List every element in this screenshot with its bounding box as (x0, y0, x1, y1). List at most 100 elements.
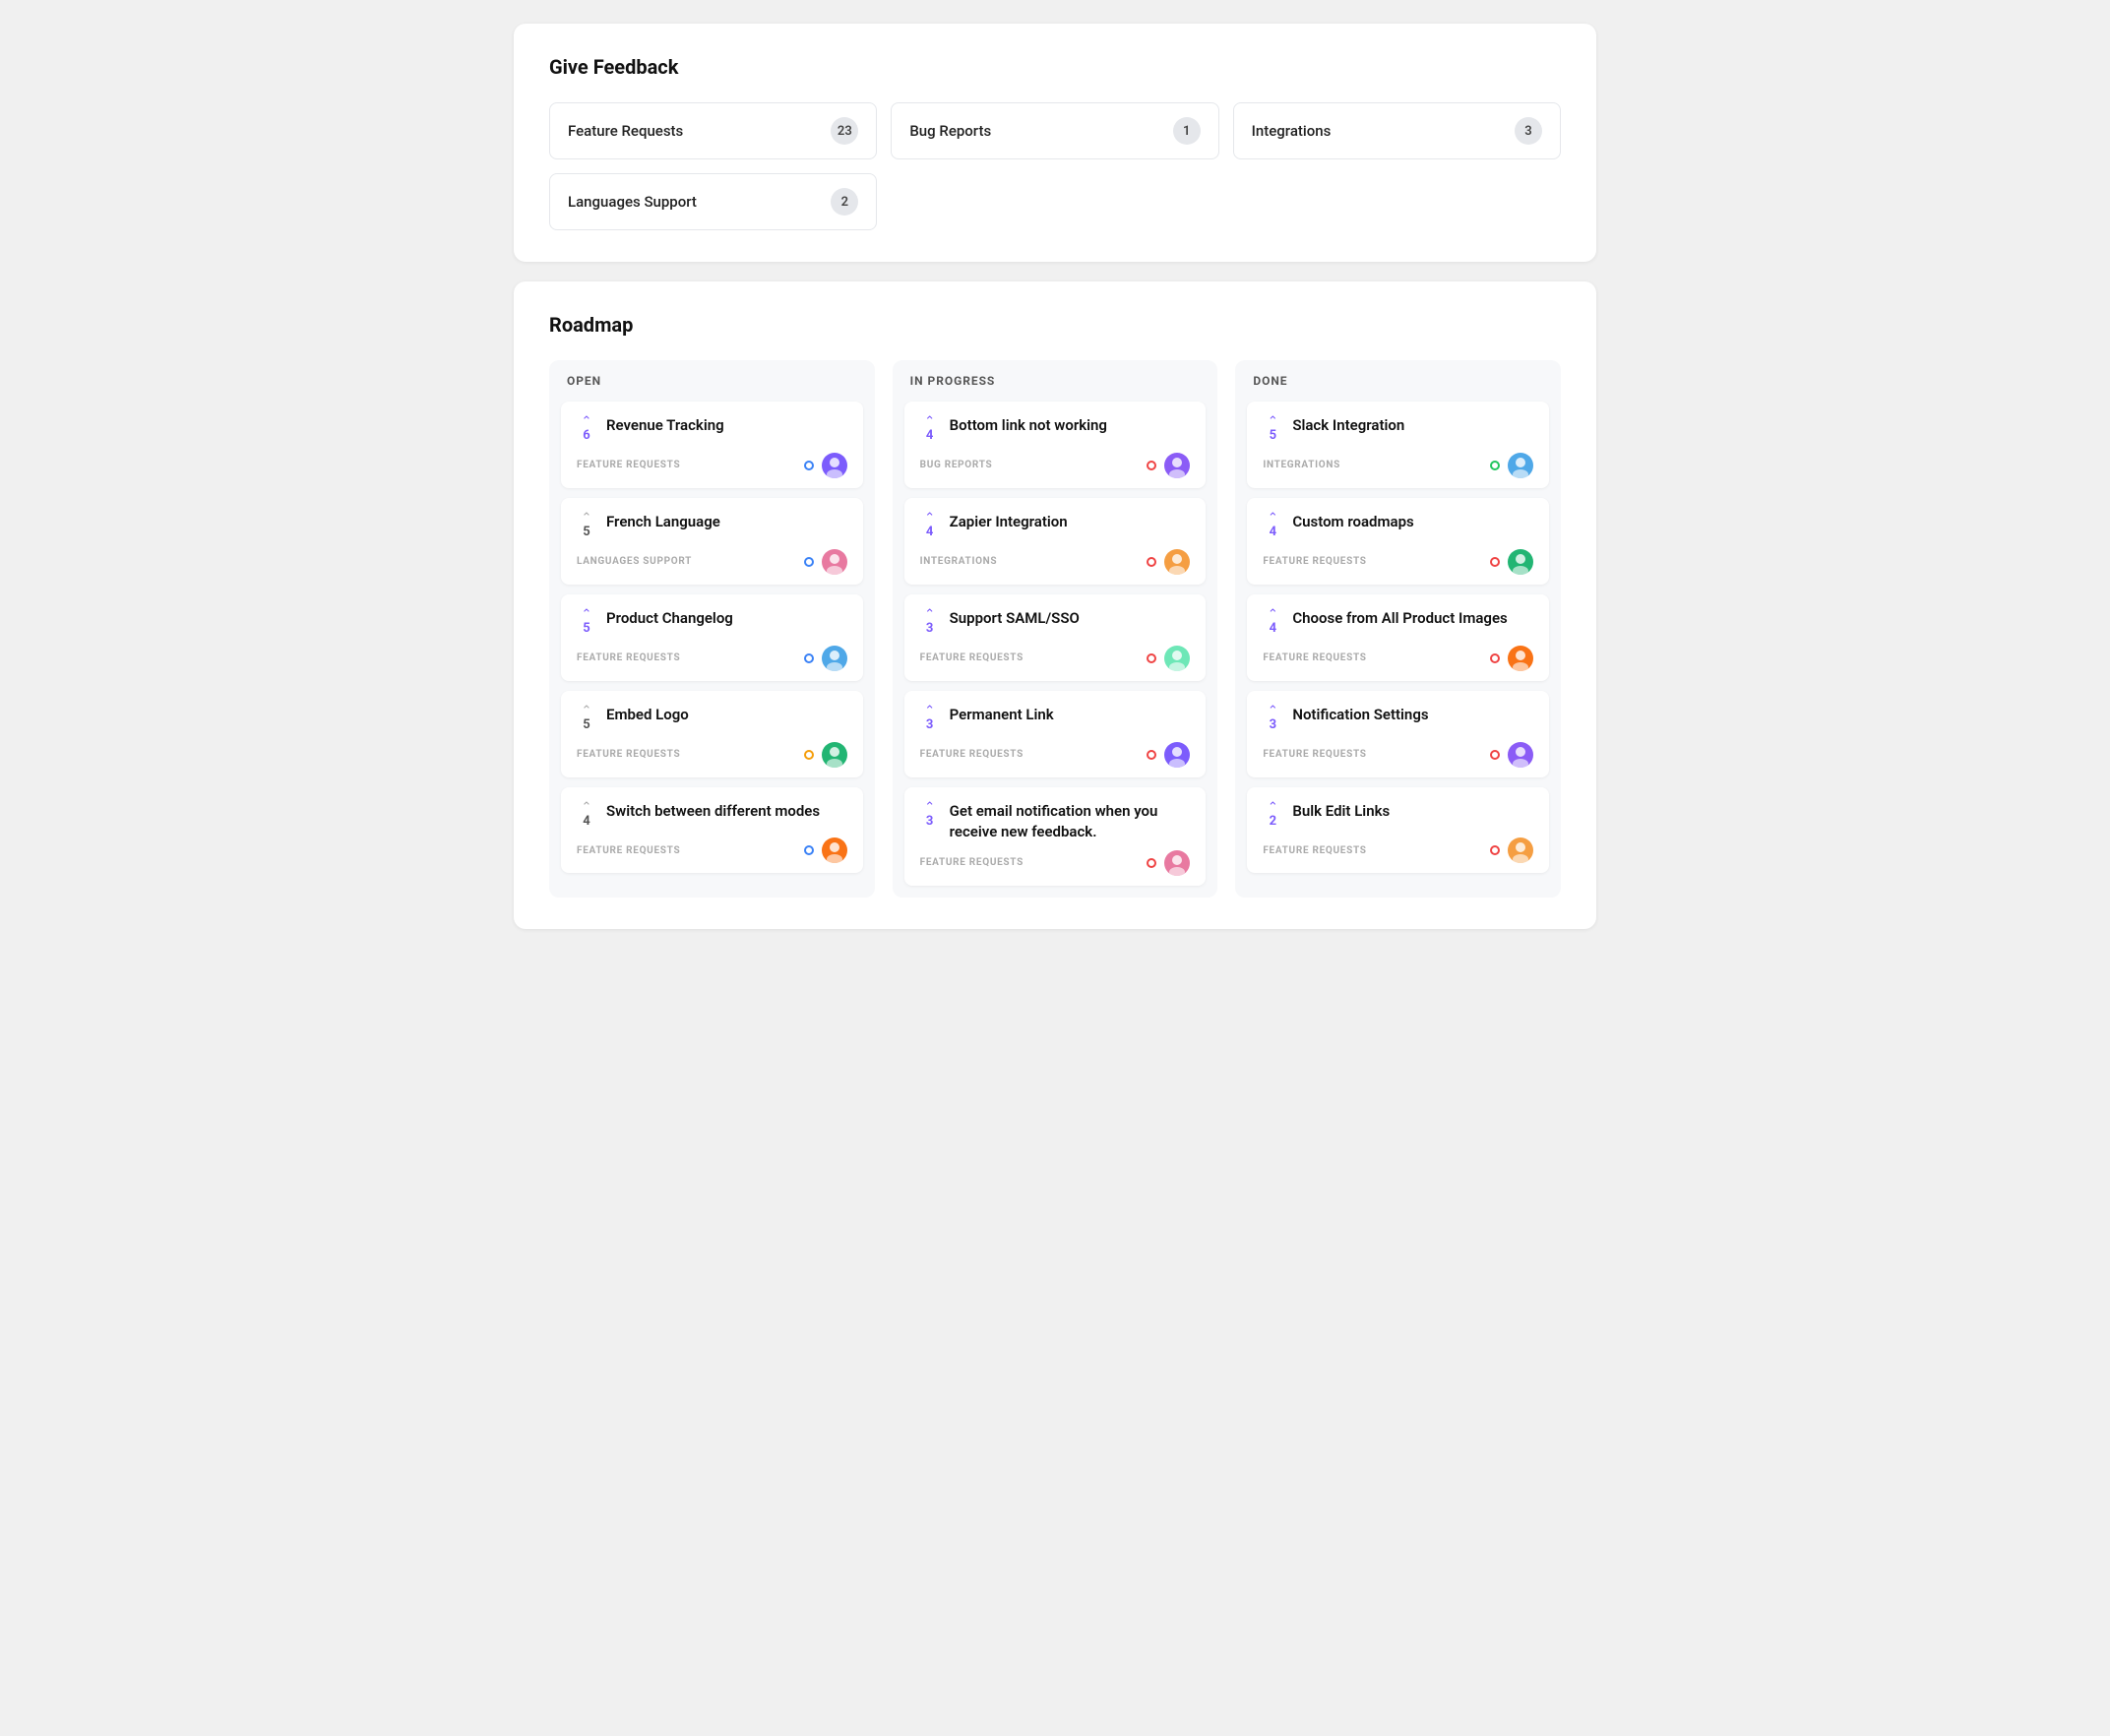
roadmap-card[interactable]: ⌃ 5 Slack Integration INTEGRATIONS (1247, 402, 1549, 488)
roadmap-card[interactable]: ⌃ 3 Permanent Link FEATURE REQUESTS (904, 691, 1207, 777)
vote-chevron-icon: ⌃ (582, 512, 592, 525)
vote-section: ⌃ 6 (577, 415, 596, 445)
card-title: Bulk Edit Links (1292, 801, 1533, 822)
status-dot (1147, 557, 1156, 567)
vote-count: 2 (1270, 814, 1276, 831)
vote-count: 6 (583, 428, 590, 445)
status-dot (804, 557, 814, 567)
vote-count: 4 (926, 428, 933, 445)
tag-label: FEATURE REQUESTS (920, 749, 1024, 760)
status-dot (1147, 461, 1156, 470)
vote-count: 4 (1270, 525, 1276, 541)
card-bottom: LANGUAGES SUPPORT (577, 549, 847, 575)
vote-chevron-icon: ⌃ (1268, 705, 1278, 717)
card-bottom: FEATURE REQUESTS (1263, 549, 1533, 575)
card-top: ⌃ 4 Switch between different modes (577, 801, 847, 831)
roadmap-card[interactable]: ⌃ 3 Notification Settings FEATURE REQUES… (1247, 691, 1549, 777)
roadmap-card[interactable]: ⌃ 5 Product Changelog FEATURE REQUESTS (561, 594, 863, 681)
vote-chevron-icon: ⌃ (924, 512, 935, 525)
vote-section: ⌃ 2 (1263, 801, 1282, 831)
avatar (822, 837, 847, 863)
feedback-item[interactable]: Bug Reports 1 (891, 102, 1218, 159)
card-title: Embed Logo (606, 705, 847, 725)
card-title: Get email notification when you receive … (950, 801, 1191, 842)
roadmap-section: Roadmap OPEN ⌃ 6 Revenue Tracking FEATUR… (514, 281, 1596, 929)
status-dot (1147, 858, 1156, 868)
column-header: DONE (1235, 360, 1561, 402)
vote-section: ⌃ 4 (920, 512, 940, 541)
avatar (1164, 850, 1190, 876)
card-title: Notification Settings (1292, 705, 1533, 725)
status-dot (804, 653, 814, 663)
card-bottom: FEATURE REQUESTS (577, 453, 847, 478)
roadmap-columns: OPEN ⌃ 6 Revenue Tracking FEATURE REQUES… (549, 360, 1561, 898)
feedback-section: Give Feedback Feature Requests 23 Bug Re… (514, 24, 1596, 262)
tag-label: FEATURE REQUESTS (1263, 749, 1366, 760)
vote-count: 3 (926, 621, 933, 638)
card-bottom: INTEGRATIONS (1263, 453, 1533, 478)
vote-count: 5 (583, 621, 590, 638)
roadmap-card[interactable]: ⌃ 3 Support SAML/SSO FEATURE REQUESTS (904, 594, 1207, 681)
vote-chevron-icon: ⌃ (924, 415, 935, 428)
column-header: OPEN (549, 360, 875, 402)
tag-label: INTEGRATIONS (920, 556, 998, 567)
feedback-item[interactable]: Languages Support 2 (549, 173, 877, 230)
roadmap-card[interactable]: ⌃ 6 Revenue Tracking FEATURE REQUESTS (561, 402, 863, 488)
card-top: ⌃ 2 Bulk Edit Links (1263, 801, 1533, 831)
roadmap-column: OPEN ⌃ 6 Revenue Tracking FEATURE REQUES… (549, 360, 875, 898)
card-top: ⌃ 3 Notification Settings (1263, 705, 1533, 734)
card-title: Custom roadmaps (1292, 512, 1533, 532)
card-bottom: FEATURE REQUESTS (577, 646, 847, 671)
vote-chevron-icon: ⌃ (924, 705, 935, 717)
status-dot (1490, 750, 1500, 760)
vote-chevron-icon: ⌃ (582, 608, 592, 621)
tag-label: FEATURE REQUESTS (920, 857, 1024, 868)
cards-list: ⌃ 4 Bottom link not working BUG REPORTS (893, 402, 1218, 886)
roadmap-card[interactable]: ⌃ 5 French Language LANGUAGES SUPPORT (561, 498, 863, 585)
feedback-title: Give Feedback (549, 55, 1561, 79)
feedback-item-label: Languages Support (568, 193, 697, 211)
roadmap-card[interactable]: ⌃ 4 Bottom link not working BUG REPORTS (904, 402, 1207, 488)
avatar (1508, 549, 1533, 575)
status-dot (1147, 653, 1156, 663)
card-top: ⌃ 4 Choose from All Product Images (1263, 608, 1533, 638)
card-top: ⌃ 3 Get email notification when you rece… (920, 801, 1191, 842)
tag-label: LANGUAGES SUPPORT (577, 556, 692, 567)
feedback-item-count: 23 (831, 117, 858, 145)
tag-label: FEATURE REQUESTS (1263, 845, 1366, 856)
roadmap-card[interactable]: ⌃ 5 Embed Logo FEATURE REQUESTS (561, 691, 863, 777)
vote-count: 3 (1270, 717, 1276, 734)
vote-chevron-icon: ⌃ (582, 705, 592, 717)
avatar (1164, 742, 1190, 768)
card-title: Permanent Link (950, 705, 1191, 725)
vote-chevron-icon: ⌃ (582, 415, 592, 428)
vote-section: ⌃ 4 (577, 801, 596, 831)
vote-chevron-icon: ⌃ (924, 801, 935, 814)
vote-chevron-icon: ⌃ (1268, 415, 1278, 428)
card-title: Zapier Integration (950, 512, 1191, 532)
card-title: French Language (606, 512, 847, 532)
roadmap-card[interactable]: ⌃ 4 Custom roadmaps FEATURE REQUESTS (1247, 498, 1549, 585)
avatar (822, 453, 847, 478)
vote-section: ⌃ 3 (1263, 705, 1282, 734)
vote-section: ⌃ 5 (577, 512, 596, 541)
feedback-item[interactable]: Feature Requests 23 (549, 102, 877, 159)
roadmap-card[interactable]: ⌃ 2 Bulk Edit Links FEATURE REQUESTS (1247, 787, 1549, 874)
avatar (1164, 453, 1190, 478)
feedback-item[interactable]: Integrations 3 (1233, 102, 1561, 159)
card-top: ⌃ 3 Permanent Link (920, 705, 1191, 734)
card-title: Support SAML/SSO (950, 608, 1191, 629)
roadmap-card[interactable]: ⌃ 4 Switch between different modes FEATU… (561, 787, 863, 874)
roadmap-card[interactable]: ⌃ 4 Zapier Integration INTEGRATIONS (904, 498, 1207, 585)
avatar (1508, 742, 1533, 768)
card-top: ⌃ 4 Bottom link not working (920, 415, 1191, 445)
roadmap-card[interactable]: ⌃ 4 Choose from All Product Images FEATU… (1247, 594, 1549, 681)
feedback-item-count: 3 (1515, 117, 1542, 145)
roadmap-card[interactable]: ⌃ 3 Get email notification when you rece… (904, 787, 1207, 886)
avatar (1508, 453, 1533, 478)
card-bottom: FEATURE REQUESTS (920, 742, 1191, 768)
tag-label: FEATURE REQUESTS (577, 845, 680, 856)
card-bottom: BUG REPORTS (920, 453, 1191, 478)
vote-section: ⌃ 3 (920, 608, 940, 638)
card-title: Product Changelog (606, 608, 847, 629)
